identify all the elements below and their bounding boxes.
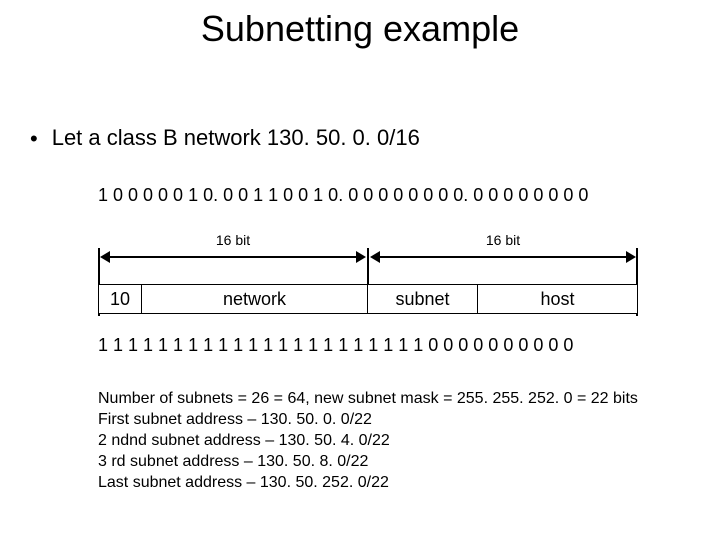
field-boxes: 10 network subnet host bbox=[98, 284, 638, 316]
dim-left-label: 16 bit bbox=[98, 232, 368, 248]
arrow-right-icon bbox=[356, 251, 366, 263]
dim-right: 16 bit bbox=[368, 238, 638, 270]
dim-right-line bbox=[378, 256, 628, 258]
box-network: network bbox=[141, 284, 368, 314]
arrow-right-icon bbox=[626, 251, 636, 263]
box-host: host bbox=[477, 284, 638, 314]
box-subnet: subnet bbox=[367, 284, 478, 314]
slide: Subnetting example • Let a class B networ… bbox=[0, 0, 720, 540]
dim-left-line bbox=[108, 256, 358, 258]
box-class-bits: 10 bbox=[98, 284, 142, 314]
dim-right-label: 16 bit bbox=[368, 232, 638, 248]
binary-address-top: 1 0 0 0 0 0 1 0. 0 0 1 1 0 0 1 0. 0 0 0 … bbox=[98, 185, 588, 206]
note-line-1: Number of subnets = 26 = 64, new subnet … bbox=[98, 388, 638, 409]
bullet-dot-icon: • bbox=[30, 128, 38, 150]
note-line-5: Last subnet address – 130. 50. 252. 0/22 bbox=[98, 472, 638, 493]
page-title: Subnetting example bbox=[0, 8, 720, 50]
bullet-line: • Let a class B network 130. 50. 0. 0/16 bbox=[30, 125, 420, 151]
note-line-3: 2 ndnd subnet address – 130. 50. 4. 0/22 bbox=[98, 430, 638, 451]
binary-mask-bottom: 1 1 1 1 1 1 1 1 1 1 1 1 1 1 1 1 1 1 1 1 … bbox=[98, 335, 573, 356]
notes-block: Number of subnets = 26 = 64, new subnet … bbox=[98, 388, 638, 493]
note-line-2: First subnet address – 130. 50. 0. 0/22 bbox=[98, 409, 638, 430]
bit-diagram: 16 bit 16 bit 10 network subnet host bbox=[98, 238, 638, 338]
bullet-text: Let a class B network 130. 50. 0. 0/16 bbox=[52, 125, 420, 150]
dim-left: 16 bit bbox=[98, 238, 368, 270]
note-line-4: 3 rd subnet address – 130. 50. 8. 0/22 bbox=[98, 451, 638, 472]
